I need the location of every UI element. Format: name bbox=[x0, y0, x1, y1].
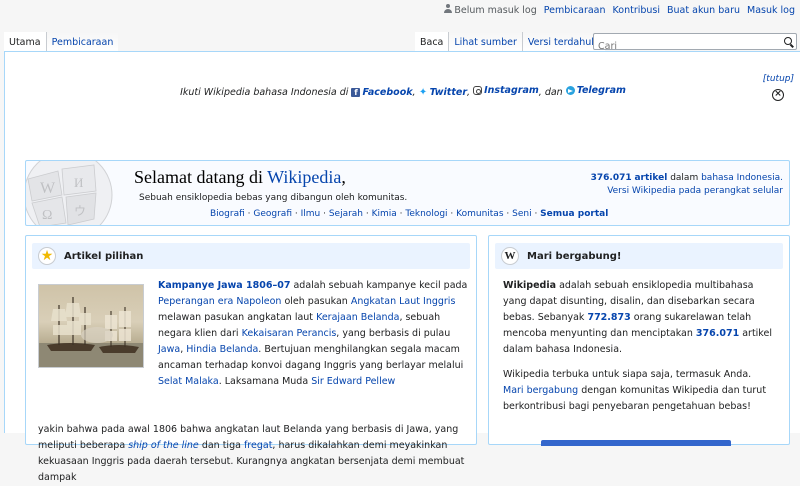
featured-article-summary-continued: yakin bahwa pada awal 1806 bahwa angkata… bbox=[38, 424, 465, 483]
wikipedia-w-icon: W bbox=[501, 247, 519, 265]
create-account-link[interactable]: Buat akun baru bbox=[667, 5, 740, 16]
site-notice: Ikuti Wikipedia bahasa Indonesia di f Fac… bbox=[180, 85, 626, 98]
telegram-icon bbox=[565, 86, 575, 95]
svg-text:W: W bbox=[40, 180, 56, 197]
tab-talk[interactable]: Pembicaraan bbox=[45, 32, 119, 52]
wikipedia-globe-icon: W И Ω ウ bbox=[26, 161, 113, 225]
article-stats: 376.071 artikel dalam bahasa Indonesia. … bbox=[590, 173, 783, 196]
search-box bbox=[593, 33, 797, 54]
portal-geografi[interactable]: Geografi bbox=[253, 209, 292, 219]
portal-seni[interactable]: Seni bbox=[512, 209, 531, 219]
join-link[interactable]: Mari bergabung bbox=[503, 385, 578, 396]
instagram-link[interactable]: Instagram bbox=[473, 85, 539, 96]
portal-sejarah[interactable]: Sejarah bbox=[329, 209, 363, 219]
featured-article-panel: ★ Artikel pilihan Kampanye Jawa 1806–07 … bbox=[25, 235, 477, 483]
namespace-tabs: Utama Pembicaraan bbox=[4, 32, 119, 52]
search-icon[interactable] bbox=[784, 37, 792, 45]
join-text: Wikipedia adalah sebuah ensiklopedia mul… bbox=[503, 278, 779, 415]
portal-teknologi[interactable]: Teknologi bbox=[405, 209, 447, 219]
talk-link[interactable]: Pembicaraan bbox=[544, 5, 606, 16]
featured-article-header: ★ Artikel pilihan bbox=[32, 243, 470, 269]
login-link[interactable]: Masuk log bbox=[747, 5, 795, 16]
welcome-banner: W И Ω ウ Selamat datang di Wikipedia, Seb… bbox=[25, 160, 790, 226]
svg-text:И: И bbox=[74, 175, 83, 190]
tab-main-page[interactable]: Utama bbox=[4, 32, 46, 52]
dismiss-notice-link[interactable]: [tutup] bbox=[763, 74, 794, 84]
portal-links: Biografi · Geografi · Ilmu · Sejarah · K… bbox=[210, 209, 609, 219]
tab-view-source[interactable]: Lihat sumber bbox=[448, 32, 522, 52]
welcome-subtitle: Sebuah ensiklopedia bebas yang dibangun … bbox=[139, 193, 408, 203]
facebook-icon: f bbox=[351, 88, 361, 97]
user-count-link[interactable]: 772.873 bbox=[587, 312, 630, 323]
mobile-version-link[interactable]: Versi Wikipedia pada perangkat selular bbox=[607, 186, 783, 196]
svg-text:ウ: ウ bbox=[74, 204, 86, 218]
contributions-link[interactable]: Kontribusi bbox=[613, 5, 661, 16]
welcome-title: Selamat datang di Wikipedia, bbox=[134, 167, 346, 187]
tab-read[interactable]: Baca bbox=[415, 32, 449, 52]
join-paragraph-1: Wikipedia adalah sebuah ensiklopedia mul… bbox=[503, 280, 772, 355]
article-count[interactable]: 376.071 bbox=[591, 173, 632, 183]
close-icon[interactable]: × bbox=[772, 89, 784, 101]
anon-user-status: Belum masuk log bbox=[444, 4, 537, 16]
view-tabs: Baca Lihat sumber Versi terdahulu bbox=[415, 32, 605, 52]
facebook-link[interactable]: f Facebook bbox=[351, 87, 413, 98]
twitter-link[interactable]: ✦ Twitter bbox=[419, 87, 467, 98]
join-button[interactable] bbox=[541, 440, 731, 446]
user-icon bbox=[444, 4, 453, 13]
telegram-link[interactable]: Telegram bbox=[565, 85, 626, 96]
personal-tools: Belum masuk log Pembicaraan Kontribusi B… bbox=[444, 4, 795, 16]
ship-painting-icon bbox=[39, 297, 143, 367]
portal-biografi[interactable]: Biografi bbox=[210, 209, 245, 219]
wikipedia-link[interactable]: Wikipedia bbox=[267, 167, 341, 187]
instagram-icon bbox=[473, 86, 483, 95]
portal-kimia[interactable]: Kimia bbox=[372, 209, 397, 219]
portal-all[interactable]: Semua portal bbox=[540, 209, 608, 219]
join-panel: W Mari bergabung! Wikipedia adalah sebua… bbox=[488, 235, 790, 446]
svg-text:Ω: Ω bbox=[42, 208, 52, 223]
twitter-icon: ✦ bbox=[418, 87, 428, 98]
join-paragraph-2: Wikipedia terbuka untuk siapa saja, term… bbox=[503, 369, 767, 412]
main-content: Ikuti Wikipedia bahasa Indonesia di f Fac… bbox=[4, 51, 800, 483]
featured-article-summary: Kampanye Jawa 1806–07 adalah sebuah kamp… bbox=[158, 280, 468, 387]
article-count-link[interactable]: 376.071 bbox=[696, 328, 739, 339]
portal-ilmu[interactable]: Ilmu bbox=[301, 209, 321, 219]
featured-article-title[interactable]: Kampanye Jawa 1806–07 bbox=[158, 280, 290, 291]
language-link[interactable]: bahasa Indonesia. bbox=[701, 173, 783, 183]
star-icon: ★ bbox=[38, 247, 56, 265]
join-header: W Mari bergabung! bbox=[495, 243, 783, 269]
portal-komunitas[interactable]: Komunitas bbox=[456, 209, 503, 219]
featured-article-image[interactable] bbox=[38, 284, 144, 368]
